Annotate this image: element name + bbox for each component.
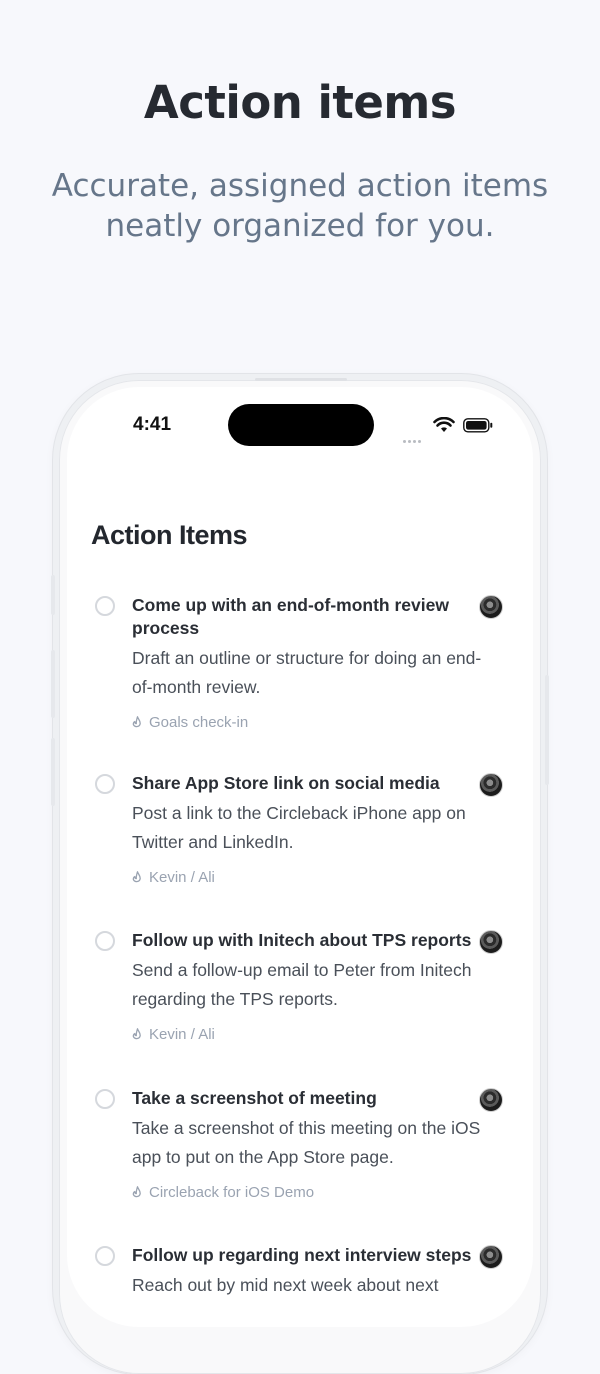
- signal-icon: [403, 428, 425, 443]
- item-meeting-label: Kevin / Ali: [149, 869, 215, 886]
- item-description: Take a screenshot of this meeting on the…: [132, 1118, 481, 1167]
- item-meeting-label: Kevin / Ali: [149, 1026, 215, 1043]
- fire-icon: [132, 1186, 141, 1198]
- assignee-avatar: [479, 773, 503, 797]
- phone-volume-down-button: [51, 738, 55, 806]
- phone-screen: 4:41 Action Items Come up with an end-of…: [67, 387, 533, 1327]
- item-checkbox[interactable]: [95, 774, 115, 794]
- dynamic-island: [228, 404, 374, 446]
- wifi-icon: [433, 417, 455, 432]
- phone-side-button: [51, 575, 55, 615]
- item-title[interactable]: Follow up regarding next interview steps: [132, 1244, 477, 1267]
- phone-volume-up-button: [51, 650, 55, 718]
- item-title[interactable]: Take a screenshot of meeting: [132, 1087, 477, 1110]
- item-meeting-link[interactable]: Goals check-in: [132, 714, 248, 731]
- item-checkbox[interactable]: [95, 596, 115, 616]
- item-checkbox[interactable]: [95, 931, 115, 951]
- fire-icon: [132, 1028, 141, 1040]
- item-meeting-link[interactable]: Kevin / Ali: [132, 1026, 215, 1043]
- hero-title: Action items: [143, 76, 457, 129]
- item-description: Post a link to the Circleback iPhone app…: [132, 803, 466, 852]
- item-checkbox[interactable]: [95, 1089, 115, 1109]
- item-description: Draft an outline or structure for doing …: [132, 648, 482, 697]
- assignee-avatar: [479, 595, 503, 619]
- item-checkbox[interactable]: [95, 1246, 115, 1266]
- screen-title: Action Items: [91, 520, 248, 550]
- status-time: 4:41: [133, 414, 172, 435]
- item-title[interactable]: Follow up with Initech about TPS reports: [132, 929, 477, 952]
- battery-icon: [463, 418, 493, 433]
- assignee-avatar: [479, 1088, 503, 1112]
- item-title[interactable]: Share App Store link on social media: [132, 772, 477, 795]
- item-meeting-label: Goals check-in: [149, 714, 249, 731]
- item-description: Send a follow-up email to Peter from Ini…: [132, 960, 472, 1009]
- item-description: Reach out by mid next week about next: [132, 1275, 439, 1295]
- item-meeting-link[interactable]: Kevin / Ali: [132, 869, 215, 886]
- item-title[interactable]: Come up with an end-of-month review proc…: [132, 594, 477, 640]
- assignee-avatar: [479, 1245, 503, 1269]
- phone-power-button: [545, 675, 549, 785]
- phone-speaker: [255, 378, 347, 381]
- fire-icon: [132, 716, 141, 728]
- fire-icon: [132, 871, 141, 883]
- hero-subtitle: Accurate, assigned action items neatly o…: [51, 168, 549, 244]
- item-meeting-link[interactable]: Circleback for iOS Demo: [132, 1184, 314, 1201]
- item-meeting-label: Circleback for iOS Demo: [149, 1184, 315, 1201]
- assignee-avatar: [479, 930, 503, 954]
